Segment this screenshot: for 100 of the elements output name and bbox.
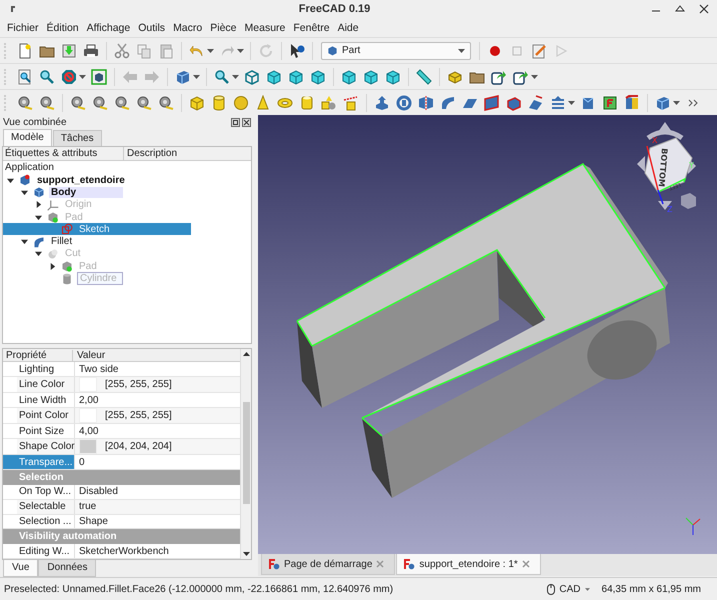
ruled-surface-icon[interactable]: [506, 94, 522, 110]
property-name[interactable]: Selection ...: [17, 514, 75, 528]
no-entry-icon[interactable]: [61, 68, 77, 84]
tab[interactable]: Vue: [3, 560, 38, 577]
caret-icon[interactable]: [531, 74, 538, 78]
sweep-icon[interactable]: [550, 94, 566, 110]
color-swatch[interactable]: [79, 377, 97, 392]
property-value[interactable]: Shape: [79, 516, 108, 527]
tape-measure-icon[interactable]: [92, 94, 108, 110]
tape-measure-icon[interactable]: [136, 94, 152, 110]
cube-icon[interactable]: [624, 94, 640, 110]
save-icon[interactable]: [61, 42, 77, 58]
section-icon[interactable]: [580, 94, 596, 110]
column-header[interactable]: Étiquettes & attributs: [3, 147, 124, 160]
property-value[interactable]: Two side: [79, 364, 118, 375]
notepad-icon[interactable]: [531, 42, 547, 58]
property-name[interactable]: Point Size: [17, 424, 75, 438]
color-swatch[interactable]: [79, 439, 97, 454]
cube-icon[interactable]: [310, 68, 326, 84]
column-header[interactable]: Description: [124, 147, 180, 160]
caret-icon[interactable]: [207, 48, 214, 52]
clipboard-icon[interactable]: [158, 42, 174, 58]
tape-measure-icon[interactable]: [70, 94, 86, 110]
cube-icon[interactable]: [175, 68, 191, 84]
color-swatch[interactable]: [79, 408, 97, 424]
expand-arrow-icon[interactable]: [21, 238, 28, 246]
property-value[interactable]: true: [79, 501, 96, 512]
menu-item[interactable]: Measure: [240, 20, 290, 36]
workbench-dropdown[interactable]: Part: [321, 42, 471, 60]
menu-item[interactable]: Fenêtre: [289, 20, 334, 36]
expand-arrow-icon[interactable]: [49, 262, 56, 270]
scroll-down-icon[interactable]: [242, 552, 250, 556]
fillet-icon[interactable]: [440, 94, 456, 110]
property-name[interactable]: Point Color: [17, 408, 75, 424]
new-document-icon[interactable]: [17, 42, 33, 58]
cube-icon[interactable]: [266, 68, 282, 84]
zoom-page-icon[interactable]: [17, 68, 33, 84]
cube-icon[interactable]: [91, 68, 107, 84]
caret-icon[interactable]: [193, 74, 200, 78]
cube-icon[interactable]: [288, 68, 304, 84]
property-name[interactable]: Editing W...: [17, 544, 75, 558]
close-icon[interactable]: [242, 118, 251, 126]
cube-icon[interactable]: [385, 68, 401, 84]
box-icon[interactable]: [189, 94, 205, 110]
tree-item[interactable]: support_etendoire: [19, 174, 127, 186]
property-name[interactable]: Line Color: [17, 377, 75, 392]
revolve-icon[interactable]: [396, 94, 412, 110]
expand-arrow-icon[interactable]: [21, 188, 28, 196]
property-value[interactable]: SketcherWorkbench: [79, 546, 169, 557]
menu-item[interactable]: Outils: [134, 20, 170, 36]
mirror-icon[interactable]: [418, 94, 434, 110]
extrude-icon[interactable]: [374, 94, 390, 110]
navigation-cube-drawing[interactable]: [637, 122, 696, 210]
scrollbar[interactable]: [240, 349, 251, 559]
tape-measure-icon[interactable]: [17, 94, 33, 110]
magnifier-icon[interactable]: [39, 68, 55, 84]
property-name[interactable]: Lighting: [17, 362, 75, 376]
property-value[interactable]: 4,00: [79, 426, 98, 437]
cube-icon[interactable]: [341, 68, 357, 84]
primitives-icon[interactable]: [321, 94, 337, 110]
printer-icon[interactable]: [83, 42, 99, 58]
float-icon[interactable]: [231, 118, 240, 126]
sphere-icon[interactable]: [233, 94, 249, 110]
expand-arrow-icon[interactable]: [35, 250, 42, 258]
magnifier-icon[interactable]: [214, 68, 230, 84]
ruler-icon[interactable]: [416, 68, 432, 84]
menu-item[interactable]: Affichage: [82, 20, 134, 36]
tape-measure-icon[interactable]: [158, 94, 174, 110]
property-value[interactable]: 2,00: [79, 394, 98, 406]
scissors-icon[interactable]: [114, 42, 130, 58]
document-tab[interactable]: Page de démarrage: [261, 554, 396, 575]
tab[interactable]: Tâches: [52, 130, 102, 146]
cylinder-icon[interactable]: [211, 94, 227, 110]
property-name[interactable]: Selectable: [17, 500, 75, 514]
property-name[interactable]: Line Width: [17, 393, 75, 408]
cone-icon[interactable]: [255, 94, 271, 110]
tube-icon[interactable]: [299, 94, 315, 110]
shape-builder-icon[interactable]: [343, 94, 359, 110]
export-icon[interactable]: [513, 68, 529, 84]
document-tab[interactable]: support_etendoire : 1*: [396, 554, 541, 575]
close-icon[interactable]: [699, 4, 709, 14]
property-name[interactable]: Shape Color: [17, 439, 75, 454]
export-icon[interactable]: [491, 68, 507, 84]
help-cursor-icon[interactable]: [289, 42, 305, 58]
maximize-icon[interactable]: [675, 4, 685, 14]
wireframe-cube-icon[interactable]: [244, 68, 260, 84]
expand-arrow-icon[interactable]: [7, 176, 14, 184]
expand-arrow-icon[interactable]: [35, 201, 42, 208]
cube-icon[interactable]: [655, 94, 671, 110]
offset-icon[interactable]: [602, 94, 618, 110]
cube-icon[interactable]: [363, 68, 379, 84]
property-name[interactable]: On Top W...: [17, 484, 75, 499]
tab[interactable]: Données: [38, 560, 96, 577]
face-icon[interactable]: [484, 94, 500, 110]
caret-icon[interactable]: [232, 74, 239, 78]
menu-item[interactable]: Fichier: [3, 20, 43, 36]
caret-icon[interactable]: [673, 100, 680, 104]
caret-icon[interactable]: [237, 48, 244, 52]
expand-arrow-icon[interactable]: [35, 214, 42, 221]
tab[interactable]: Modèle: [3, 129, 52, 146]
